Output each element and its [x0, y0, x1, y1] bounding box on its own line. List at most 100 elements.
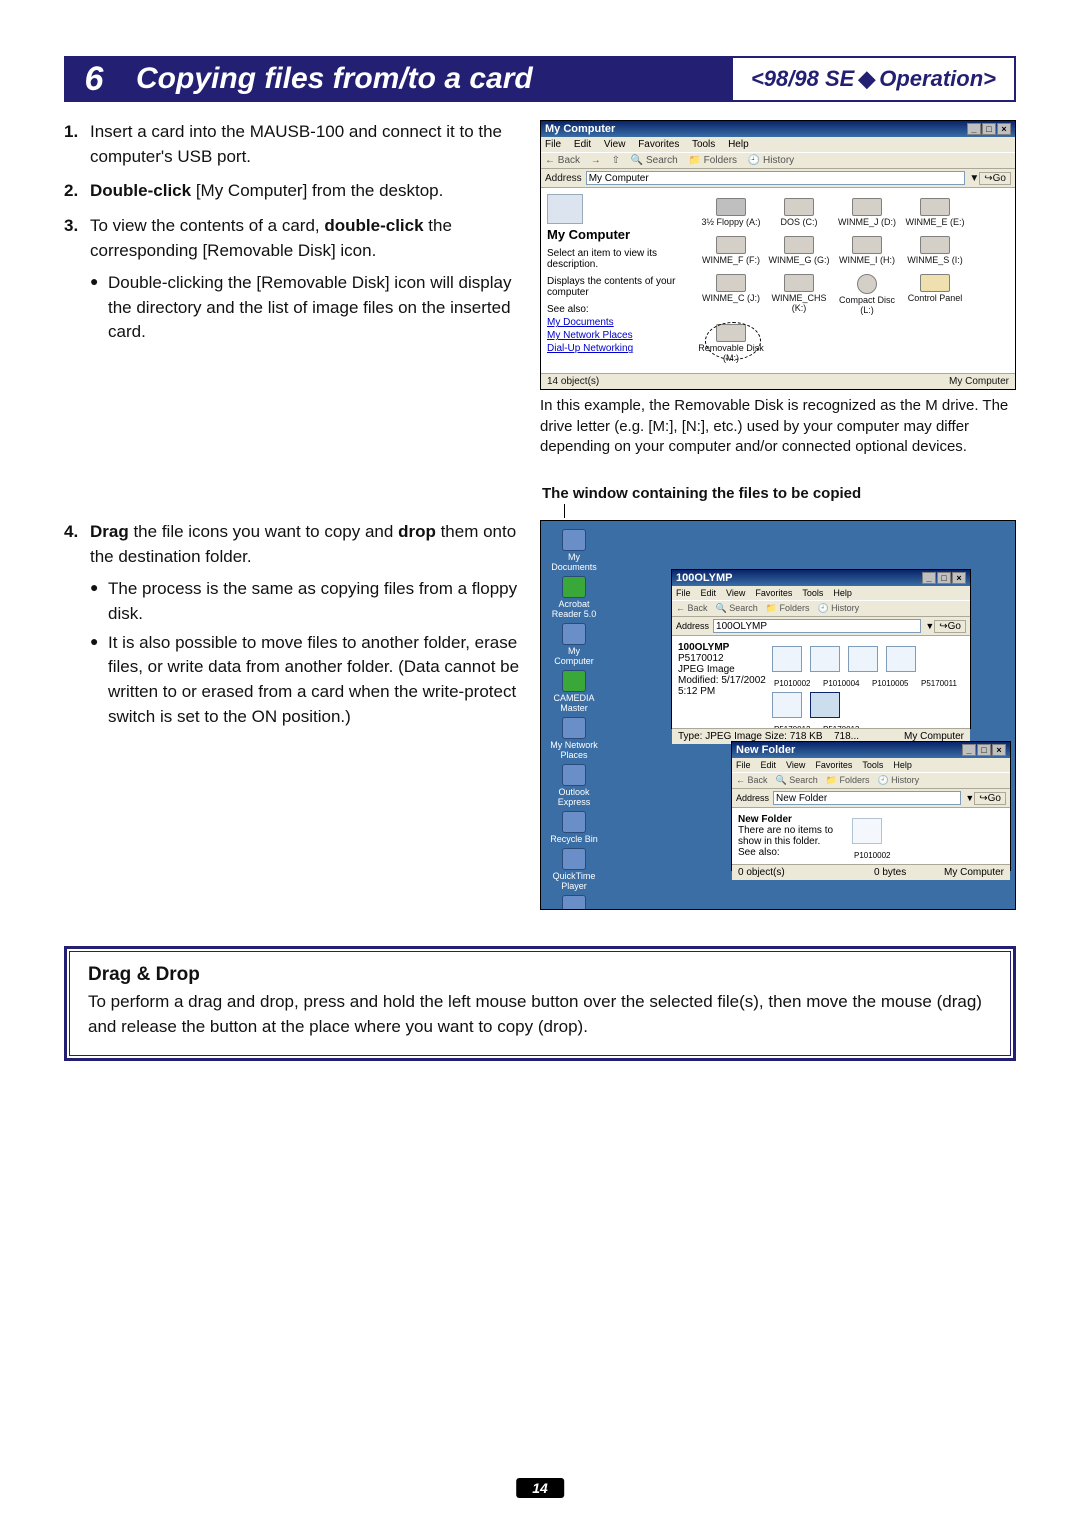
- desktop-screenshot: My Documents Acrobat Reader 5.0 My Compu…: [540, 520, 1016, 910]
- file-thumb[interactable]: [848, 646, 878, 672]
- file-thumb[interactable]: [772, 692, 802, 718]
- sidebar-links: My Documents My Network Places Dial-Up N…: [547, 317, 697, 354]
- file-thumb[interactable]: [772, 646, 802, 672]
- drive-g[interactable]: WINME_G (G:): [765, 236, 833, 266]
- desk-icon[interactable]: CAMEDIA Master: [549, 670, 599, 713]
- address-label: Address: [545, 173, 582, 184]
- drive-e[interactable]: WINME_E (E:): [901, 198, 969, 228]
- drive-j[interactable]: WINME_C (J:): [697, 274, 765, 316]
- bullet-dot-icon: ●: [90, 271, 108, 345]
- minimize-button[interactable]: _: [967, 123, 981, 135]
- step-4-text: Drag the file icons you want to copy and…: [90, 520, 524, 569]
- desk-icon[interactable]: Internet Explorer: [549, 895, 599, 910]
- control-panel[interactable]: Control Panel: [901, 274, 969, 316]
- toolbar-search[interactable]: 🔍 Search: [631, 155, 678, 166]
- toolbar-folders[interactable]: 📁 Folders: [688, 155, 737, 166]
- sw1-address-input[interactable]: [713, 619, 921, 633]
- sw1-address: Address ▼ ↪Go: [672, 617, 970, 636]
- step-3-num: 3.: [64, 214, 90, 263]
- step-4-bold1: Drag: [90, 522, 129, 541]
- manual-page: 6 Copying files from/to a card <98/98 SE…: [0, 0, 1080, 1528]
- menu-view[interactable]: View: [604, 139, 626, 150]
- desk-icon[interactable]: My Computer: [549, 623, 599, 666]
- step-1-text: Insert a card into the MAUSB-100 and con…: [90, 120, 524, 169]
- go-button[interactable]: ↪Go: [934, 620, 966, 633]
- menu-edit[interactable]: Edit: [574, 139, 591, 150]
- sw1-body: 100OLYMP P5170012 JPEG Image Modified: 5…: [672, 636, 970, 728]
- maximize-button[interactable]: □: [977, 744, 991, 756]
- menu-tools[interactable]: Tools: [692, 139, 715, 150]
- toolbar-history[interactable]: 🕘 History: [748, 155, 794, 166]
- sub-left: <98/98 SE: [751, 66, 854, 92]
- step-2-text: Double-click [My Computer] from the desk…: [90, 179, 524, 204]
- menu-favorites[interactable]: Favorites: [638, 139, 679, 150]
- drive-k[interactable]: WINME_CHS (K:): [765, 274, 833, 316]
- link-mynetworkplaces[interactable]: My Network Places: [547, 330, 697, 341]
- sw2-sidebar: New Folder There are no items to show in…: [738, 814, 848, 858]
- step-3-bold: double-click: [324, 216, 423, 235]
- menu-file[interactable]: File: [545, 139, 561, 150]
- desktop-column: My Documents Acrobat Reader 5.0 My Compu…: [540, 520, 1016, 910]
- address-dropdown-icon[interactable]: ▼: [969, 173, 979, 184]
- drive-f[interactable]: WINME_F (F:): [697, 236, 765, 266]
- drive-floppy-a[interactable]: 3½ Floppy (A:): [697, 198, 765, 228]
- file-thumb[interactable]: [886, 646, 916, 672]
- mycomputer-icon: [547, 194, 583, 224]
- maximize-button[interactable]: □: [982, 123, 996, 135]
- close-button[interactable]: ×: [997, 123, 1011, 135]
- minimize-button[interactable]: _: [962, 744, 976, 756]
- section-number: 6: [66, 58, 122, 100]
- menu-help[interactable]: Help: [728, 139, 749, 150]
- sw1-toolbar: ← Back🔍 Search📁 Folders🕘 History: [672, 600, 970, 617]
- sw2-menubar: FileEditViewFavoritesToolsHelp: [732, 758, 1010, 772]
- drive-d[interactable]: WINME_J (D:): [833, 198, 901, 228]
- sw2-status: 0 object(s) 0 bytes My Computer: [732, 864, 1010, 880]
- section-title: Copying files from/to a card: [122, 58, 733, 100]
- desk-icon[interactable]: Recycle Bin: [549, 811, 599, 844]
- drive-h[interactable]: WINME_I (H:): [833, 236, 901, 266]
- bullet-dot-icon: ●: [90, 631, 108, 730]
- sw2-titlebar[interactable]: New Folder _□×: [732, 742, 1010, 758]
- dropdown-icon[interactable]: ▼: [925, 621, 934, 631]
- drive-removable-m[interactable]: Removable Disk (M:): [697, 324, 765, 364]
- sw1-thumbs: P1010002 P1010004 P1010005 P5170011 P517…: [768, 642, 964, 722]
- sw2-address: Address ▼ ↪Go: [732, 789, 1010, 808]
- desk-icon[interactable]: My Documents: [549, 529, 599, 572]
- toolbar-forward[interactable]: →: [591, 155, 601, 166]
- close-button[interactable]: ×: [992, 744, 1006, 756]
- link-mydocuments[interactable]: My Documents: [547, 317, 697, 328]
- desktop-icons: My Documents Acrobat Reader 5.0 My Compu…: [547, 527, 657, 910]
- minimize-button[interactable]: _: [922, 572, 936, 584]
- sw1-menubar: FileEditViewFavoritesToolsHelp: [672, 586, 970, 600]
- sw2-address-input[interactable]: [773, 791, 961, 805]
- go-button[interactable]: ↪Go: [979, 172, 1011, 185]
- destination-folder-window[interactable]: New Folder _□× FileEditViewFavoritesTool…: [731, 741, 1011, 871]
- desk-icon[interactable]: Outlook Express: [549, 764, 599, 807]
- drive-c[interactable]: DOS (C:): [765, 198, 833, 228]
- sw1-titlebar[interactable]: 100OLYMP _□×: [672, 570, 970, 586]
- toolbar-back[interactable]: ← Back: [545, 155, 580, 166]
- address-input[interactable]: [586, 171, 966, 185]
- file-thumb[interactable]: [810, 646, 840, 672]
- drive-i[interactable]: WINME_S (I:): [901, 236, 969, 266]
- link-dialup[interactable]: Dial-Up Networking: [547, 343, 697, 354]
- file-thumb-selected[interactable]: [810, 692, 840, 718]
- dropdown-icon[interactable]: ▼: [965, 793, 974, 803]
- go-button[interactable]: ↪Go: [974, 792, 1006, 805]
- highlight-circle-icon: [705, 322, 761, 360]
- drive-cd-l[interactable]: Compact Disc (L:): [833, 274, 901, 316]
- close-button[interactable]: ×: [952, 572, 966, 584]
- desk-icon[interactable]: QuickTime Player: [549, 848, 599, 891]
- desk-icon[interactable]: My Network Places: [549, 717, 599, 760]
- step-4-mid: the file icons you want to copy and: [129, 522, 398, 541]
- dragdrop-text: To perform a drag and drop, press and ho…: [88, 990, 992, 1039]
- sw2-drop-area[interactable]: P1010002: [848, 814, 1004, 858]
- status-objects: 14 object(s): [547, 376, 778, 387]
- maximize-button[interactable]: □: [937, 572, 951, 584]
- desk-icon[interactable]: Acrobat Reader 5.0: [549, 576, 599, 619]
- toolbar-up[interactable]: ⇧: [612, 155, 620, 166]
- window-title-text: My Computer: [545, 123, 615, 135]
- step-1: 1. Insert a card into the MAUSB-100 and …: [64, 120, 524, 169]
- window-titlebar[interactable]: My Computer _□×: [541, 121, 1015, 137]
- source-folder-window[interactable]: 100OLYMP _□× FileEditViewFavoritesToolsH…: [671, 569, 971, 729]
